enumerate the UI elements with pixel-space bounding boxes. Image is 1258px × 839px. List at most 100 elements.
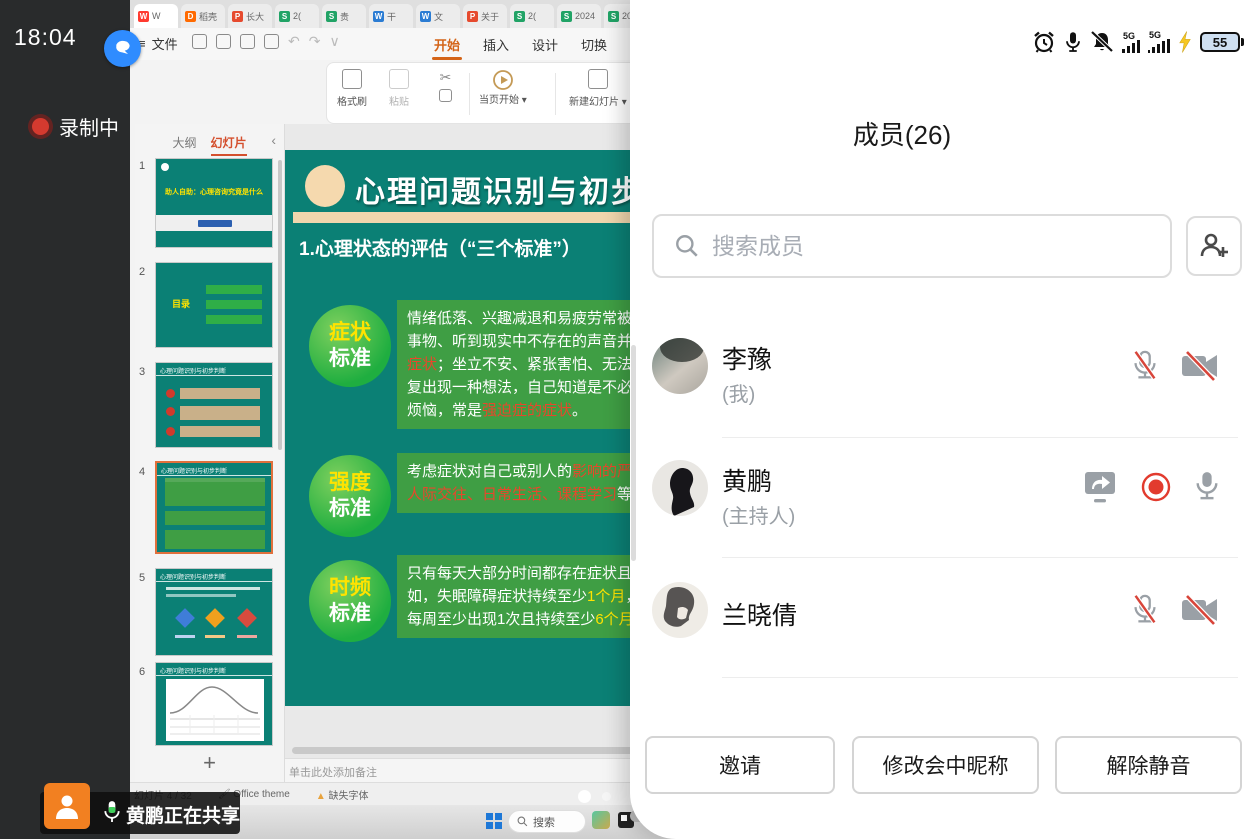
- member-search-box: [652, 214, 1172, 278]
- format-painter-icon: [342, 69, 362, 89]
- doc-file-icon: W: [420, 11, 431, 22]
- member-row[interactable]: 黄鹏 (主持人): [630, 458, 1258, 542]
- notifications-off-bell-icon: [1090, 30, 1114, 54]
- play-circle-icon: [492, 69, 514, 91]
- docer-file-icon: D: [185, 11, 196, 22]
- ribbon-tab-insert[interactable]: 插入: [479, 32, 513, 60]
- frequency-criteria-badge: 时频标准: [309, 560, 391, 642]
- add-member-button[interactable]: [1186, 216, 1242, 276]
- recording-dot-icon: [32, 118, 49, 135]
- avatar: [652, 338, 708, 394]
- file-tab[interactable]: WW: [134, 4, 178, 28]
- recording-indicator: 录制中: [32, 112, 119, 141]
- mic-muted-icon: [1128, 592, 1162, 628]
- member-row[interactable]: 李豫 (我): [630, 336, 1258, 420]
- school-logo-icon: [161, 163, 169, 171]
- sheet-file-icon: S: [608, 11, 619, 22]
- ppt-file-icon: P: [232, 11, 243, 22]
- cut-copy-buttons[interactable]: ✂: [439, 69, 452, 106]
- member-row[interactable]: 兰晓倩: [630, 580, 1258, 664]
- file-tab[interactable]: P关于: [463, 4, 507, 28]
- format-painter-button[interactable]: 格式刷: [337, 69, 367, 108]
- slide-thumbnail-4-selected[interactable]: 心理问题识别与初步判断: [155, 461, 273, 554]
- ribbon-tab-home[interactable]: 开始: [430, 32, 464, 60]
- meeting-app-icon[interactable]: [104, 30, 141, 67]
- thumbnail-scrollbar[interactable]: [278, 160, 282, 450]
- slide-thumbnail-panel: 大纲 幻灯片 ‹ 1 助人自助：心理咨询究竟是什么 2 目录 3 心理问题识别与…: [135, 124, 285, 782]
- screen: 18:04 录制中 WW D稻壳 P长大 S2( S贵 W干 W文 P关于 S2…: [0, 0, 1258, 839]
- tab-outline[interactable]: 大纲: [172, 134, 196, 156]
- share-icon[interactable]: [264, 34, 279, 49]
- charging-bolt-icon: [1178, 31, 1192, 53]
- paste-icon: [389, 69, 409, 89]
- print-icon[interactable]: [240, 34, 255, 49]
- undo-icon[interactable]: ↶: [288, 33, 300, 50]
- avatar: [652, 460, 708, 516]
- bell-curve-chart: [166, 679, 264, 741]
- file-tab[interactable]: P长大: [228, 4, 272, 28]
- file-tab[interactable]: S贵: [322, 4, 366, 28]
- sheet-file-icon: S: [514, 11, 525, 22]
- save-icon[interactable]: [192, 34, 207, 49]
- quick-access-toolbar: ↶ ↷ ∨: [192, 33, 340, 50]
- play-from-current-button[interactable]: 当页开始 ▾: [479, 69, 527, 106]
- sketch-portrait: [652, 582, 708, 638]
- sharing-label: 黄鹏正在共享: [126, 801, 240, 828]
- active-mic-icon: [102, 799, 122, 830]
- doc-file-icon: W: [373, 11, 384, 22]
- ribbon-tab-transition[interactable]: 切换: [577, 32, 611, 60]
- warning-icon: ▲: [316, 791, 326, 802]
- slide-thumbnail-2[interactable]: 目录: [155, 262, 273, 348]
- file-tab[interactable]: D稻壳: [181, 4, 225, 28]
- new-slide-button[interactable]: 新建幻灯片 ▾: [569, 69, 627, 108]
- system-clock: 18:04: [14, 24, 77, 51]
- intensity-criteria-badge: 强度标准: [309, 455, 391, 537]
- members-panel-title: 成员(26): [630, 115, 1258, 152]
- invite-button[interactable]: 邀请: [645, 736, 835, 794]
- unmute-button[interactable]: 解除静音: [1055, 736, 1242, 794]
- file-tab[interactable]: S2(: [275, 4, 319, 28]
- file-tab[interactable]: S2024: [557, 4, 601, 28]
- screen-sharing-icon: [1082, 470, 1118, 504]
- camera-off-icon: [1180, 594, 1220, 626]
- slide-thumbnail-6[interactable]: 心理问题识别与初步判断: [155, 662, 273, 746]
- sim2-signal-icon: 5G: [1148, 31, 1170, 53]
- slide-title-circle: [305, 165, 345, 207]
- mic-muted-icon: [1128, 348, 1162, 384]
- redo-icon[interactable]: ↷: [309, 33, 321, 50]
- taskbar-search[interactable]: 搜索: [508, 810, 586, 833]
- slide-subtitle: 1.心理状态的评估（“三个标准”）: [299, 234, 581, 261]
- add-slide-button[interactable]: +: [135, 750, 284, 776]
- export-icon[interactable]: [216, 34, 231, 49]
- missing-font-warning[interactable]: ▲ 缺失字体: [316, 787, 369, 802]
- collapse-panel-icon[interactable]: ‹: [271, 132, 276, 148]
- recording-label: 录制中: [59, 112, 119, 141]
- members-panel: 5G 5G 55 成员(26) 李豫 (我): [630, 0, 1258, 839]
- scissors-icon: ✂: [440, 69, 452, 86]
- chevron-down-icon[interactable]: ∨: [329, 33, 339, 50]
- ribbon-tab-design[interactable]: 设计: [528, 32, 562, 60]
- sim1-signal-icon: 5G: [1122, 32, 1140, 53]
- file-tab[interactable]: W干: [369, 4, 413, 28]
- taskbar-app-icon[interactable]: [592, 811, 610, 829]
- microphone-status-icon: [1064, 30, 1082, 54]
- slide-thumbnail-1[interactable]: 助人自助：心理咨询究竟是什么: [155, 158, 273, 248]
- rename-button[interactable]: 修改会中昵称: [852, 736, 1039, 794]
- windows-start-icon[interactable]: [486, 813, 502, 829]
- slide-thumbnail-3[interactable]: 心理问题识别与初步判断: [155, 362, 273, 448]
- person-icon: [52, 791, 82, 821]
- page-indicator-dot: [578, 790, 591, 803]
- wps-file-icon: W: [138, 11, 149, 22]
- sheet-file-icon: S: [561, 11, 572, 22]
- search-icon: [517, 816, 528, 827]
- tab-slides[interactable]: 幻灯片: [211, 134, 247, 156]
- paste-button[interactable]: 粘贴: [389, 69, 409, 108]
- file-menu-button[interactable]: ≡文件: [138, 34, 178, 53]
- copy-icon: [439, 89, 452, 102]
- sheet-file-icon: S: [279, 11, 290, 22]
- meeting-logo-icon: [113, 39, 133, 59]
- file-tab[interactable]: S2(: [510, 4, 554, 28]
- file-tab[interactable]: W文: [416, 4, 460, 28]
- slide-thumbnail-5[interactable]: 心理问题识别与初步判断: [155, 568, 273, 656]
- search-input[interactable]: [712, 233, 1112, 260]
